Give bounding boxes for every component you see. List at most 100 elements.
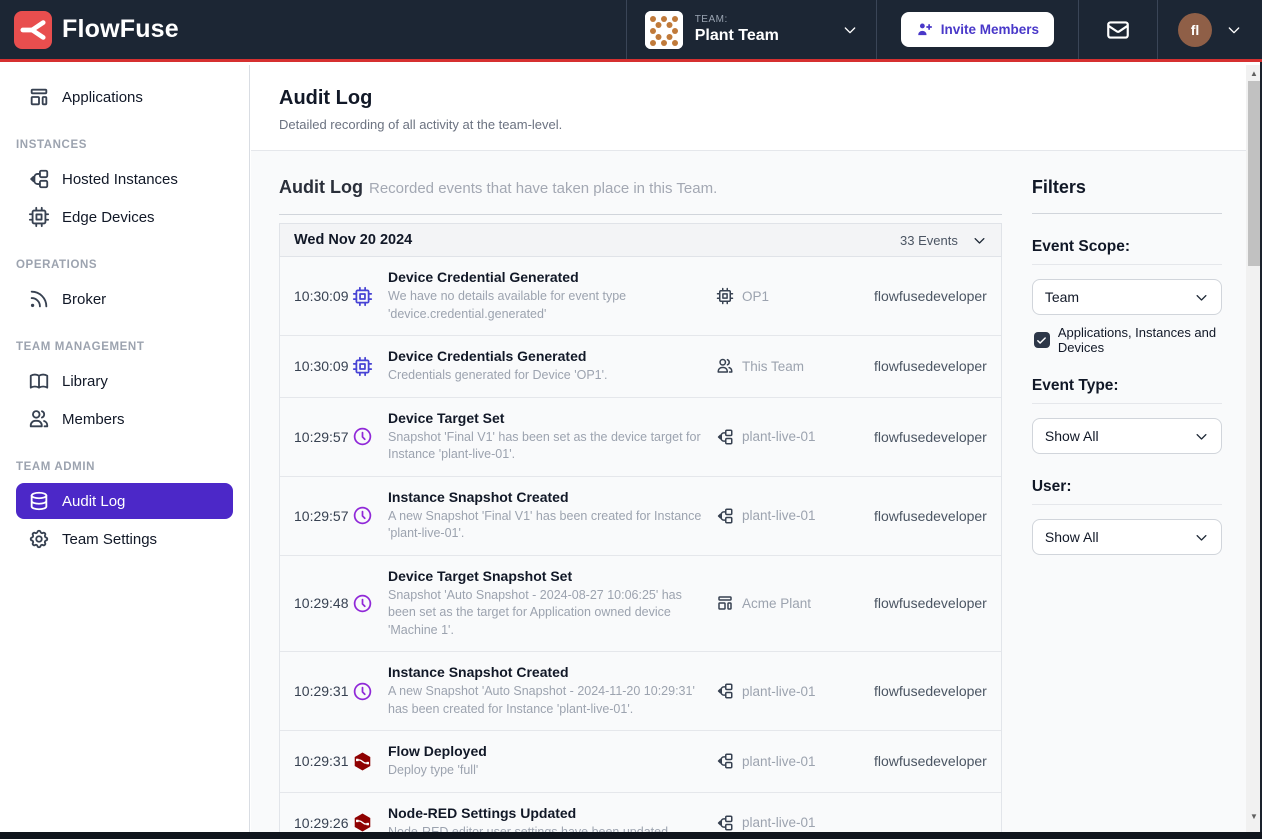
scrollbar-thumb[interactable] bbox=[1248, 81, 1260, 266]
event-title: Device Credential Generated bbox=[388, 269, 702, 285]
sidebar-item-label: Audit Log bbox=[62, 493, 125, 510]
users-icon bbox=[716, 357, 734, 375]
sidebar-item-label: Edge Devices bbox=[62, 209, 155, 226]
event-user: flowfusedeveloper bbox=[874, 683, 987, 699]
team-chevron-down-icon bbox=[842, 22, 858, 38]
checkbox-checked-icon[interactable] bbox=[1034, 332, 1050, 348]
sidebar-section-header: OPERATIONS bbox=[0, 237, 249, 281]
event-title: Flow Deployed bbox=[388, 743, 702, 759]
sidebar-item-broker[interactable]: Broker bbox=[16, 281, 233, 317]
audit-log-row[interactable]: 10:30:09 Device Credential Generated We … bbox=[280, 257, 1001, 335]
bottom-window-strip bbox=[0, 832, 1262, 839]
event-user: flowfusedeveloper bbox=[874, 595, 987, 611]
user-filter-select[interactable]: Show All bbox=[1032, 519, 1222, 555]
instance-icon bbox=[716, 428, 734, 446]
top-navbar: FlowFuse T bbox=[0, 0, 1262, 62]
instance-icon bbox=[716, 752, 734, 770]
sidebar-item-library[interactable]: Library bbox=[16, 363, 233, 399]
invite-members-button[interactable]: Invite Members bbox=[901, 12, 1054, 47]
event-description: Snapshot 'Auto Snapshot - 2024-08-27 10:… bbox=[388, 587, 702, 640]
clock-icon bbox=[352, 426, 388, 447]
sidebar-item-label: Library bbox=[62, 373, 108, 390]
event-type-label: Event Type: bbox=[1032, 377, 1222, 404]
scope-label: Acme Plant bbox=[742, 596, 811, 611]
audit-log-row[interactable]: 10:30:09 Device Credentials Generated Cr… bbox=[280, 335, 1001, 397]
audit-log-panel: Audit LogRecorded events that have taken… bbox=[279, 177, 1002, 832]
event-title: Node-RED Settings Updated bbox=[388, 805, 702, 821]
scope-label: plant-live-01 bbox=[742, 429, 816, 444]
event-description: A new Snapshot 'Auto Snapshot - 2024-11-… bbox=[388, 683, 702, 718]
brand-logo[interactable]: FlowFuse bbox=[0, 0, 179, 59]
event-user: flowfusedeveloper bbox=[874, 753, 987, 769]
event-time: 10:30:09 bbox=[294, 288, 352, 304]
sidebar-item-audit-log[interactable]: Audit Log bbox=[16, 483, 233, 519]
date-group-label: Wed Nov 20 2024 bbox=[294, 232, 412, 248]
sidebar-item-team-settings[interactable]: Team Settings bbox=[16, 521, 233, 557]
user-avatar[interactable]: fl bbox=[1178, 13, 1212, 47]
team-label: TEAM: bbox=[695, 14, 779, 25]
audit-section-title: Audit Log bbox=[279, 177, 363, 197]
audit-log-row[interactable]: 10:29:26 Node-RED Settings Updated Node-… bbox=[280, 792, 1001, 833]
sidebar-item-members[interactable]: Members bbox=[16, 401, 233, 437]
event-time: 10:30:09 bbox=[294, 358, 352, 374]
page-title: Audit Log bbox=[279, 87, 1218, 110]
user-menu[interactable]: fl bbox=[1157, 0, 1262, 59]
brand-name: FlowFuse bbox=[62, 15, 179, 44]
chip-icon bbox=[716, 287, 734, 305]
audit-log-row[interactable]: 10:29:57 Device Target Set Snapshot 'Fin… bbox=[280, 397, 1001, 476]
audit-log-row[interactable]: 10:29:48 Device Target Snapshot Set Snap… bbox=[280, 555, 1001, 652]
filters-panel: Filters Event Scope: Team Applications, … bbox=[1032, 177, 1222, 832]
include-children-checkbox-row[interactable]: Applications, Instances and Devices bbox=[1034, 325, 1222, 355]
event-description: Credentials generated for Device 'OP1'. bbox=[388, 367, 702, 385]
user-filter-value: Show All bbox=[1045, 529, 1099, 545]
event-type-select[interactable]: Show All bbox=[1032, 418, 1222, 454]
team-selector[interactable]: TEAM: Plant Team bbox=[626, 0, 876, 59]
scope-label: This Team bbox=[742, 359, 804, 374]
sidebar-navigation: ApplicationsINSTANCES Hosted Instances Edg… bbox=[0, 65, 250, 832]
event-description: We have no details available for event t… bbox=[388, 288, 702, 323]
sidebar-item-label: Broker bbox=[62, 291, 106, 308]
sidebar-item-applications[interactable]: Applications bbox=[16, 79, 233, 115]
event-time: 10:29:57 bbox=[294, 508, 352, 524]
scope-label: plant-live-01 bbox=[742, 815, 816, 830]
filters-divider bbox=[1032, 213, 1222, 214]
instance-icon bbox=[716, 507, 734, 525]
event-time: 10:29:31 bbox=[294, 753, 352, 769]
flowfuse-app: FlowFuse T bbox=[0, 0, 1262, 839]
broker-icon bbox=[28, 288, 50, 310]
chevron-down-icon bbox=[1194, 290, 1209, 305]
event-user: flowfusedeveloper bbox=[874, 358, 987, 374]
audit-log-row[interactable]: 10:29:31 Instance Snapshot Created A new… bbox=[280, 651, 1001, 730]
event-scope-select[interactable]: Team bbox=[1032, 279, 1222, 315]
event-title: Device Target Snapshot Set bbox=[388, 568, 702, 584]
event-description: A new Snapshot 'Final V1' has been creat… bbox=[388, 508, 702, 543]
filters-heading: Filters bbox=[1032, 177, 1222, 198]
user-chevron-down-icon bbox=[1226, 22, 1242, 38]
event-time: 10:29:57 bbox=[294, 429, 352, 445]
chevron-down-icon bbox=[1194, 530, 1209, 545]
sidebar-section-header: INSTANCES bbox=[0, 117, 249, 161]
audit-log-row[interactable]: 10:29:31 Flow Deployed Deploy type 'full… bbox=[280, 730, 1001, 792]
team-avatar bbox=[645, 11, 683, 49]
main-content: Audit Log Detailed recording of all acti… bbox=[251, 65, 1246, 832]
event-scope-label: Event Scope: bbox=[1032, 238, 1222, 265]
event-time: 10:29:31 bbox=[294, 683, 352, 699]
event-description: Snapshot 'Final V1' has been set as the … bbox=[388, 429, 702, 464]
notifications-mail-icon[interactable] bbox=[1078, 0, 1157, 59]
database-icon bbox=[28, 490, 50, 512]
sidebar-item-hosted-instances[interactable]: Hosted Instances bbox=[16, 161, 233, 197]
event-user: flowfusedeveloper bbox=[874, 288, 987, 304]
sidebar-section-header: TEAM MANAGEMENT bbox=[0, 319, 249, 363]
instance-icon bbox=[28, 168, 50, 190]
event-user: flowfusedeveloper bbox=[874, 429, 987, 445]
sidebar-item-label: Hosted Instances bbox=[62, 171, 178, 188]
instance-icon bbox=[716, 682, 734, 700]
date-group-header[interactable]: Wed Nov 20 2024 33 Events bbox=[279, 223, 1002, 257]
event-user: flowfusedeveloper bbox=[874, 508, 987, 524]
event-description: Deploy type 'full' bbox=[388, 762, 702, 780]
audit-log-row[interactable]: 10:29:57 Instance Snapshot Created A new… bbox=[280, 476, 1001, 555]
sidebar-item-edge-devices[interactable]: Edge Devices bbox=[16, 199, 233, 235]
nodered-icon bbox=[352, 812, 388, 832]
scope-label: plant-live-01 bbox=[742, 508, 816, 523]
audit-entry-list: 10:30:09 Device Credential Generated We … bbox=[279, 257, 1002, 832]
